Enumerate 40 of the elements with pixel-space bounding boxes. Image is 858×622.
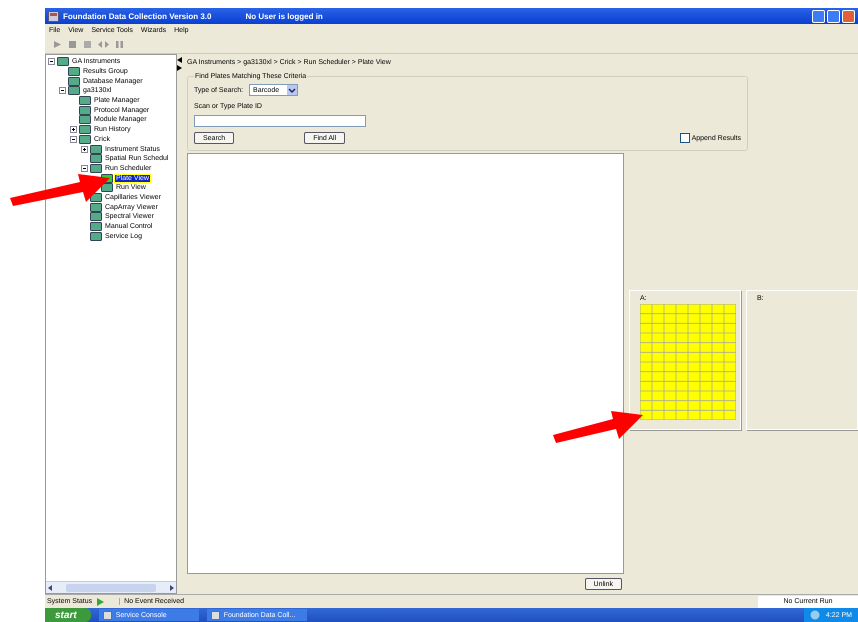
app-icon — [210, 610, 220, 620]
plate-id-field[interactable] — [194, 115, 366, 127]
horizontal-scrollbar[interactable] — [46, 581, 176, 593]
maximize-button[interactable] — [827, 10, 840, 22]
window-title: Foundation Data Collection Version 3.0 — [63, 12, 212, 20]
tree-node-icon — [79, 115, 91, 124]
tree-node-icon — [90, 202, 102, 212]
tree-node-icon — [90, 212, 102, 222]
status-play-icon — [97, 598, 104, 606]
tree-node-icon — [79, 134, 91, 144]
app-icon — [48, 10, 59, 22]
tree-node-icon — [79, 125, 91, 134]
expander-toggle[interactable] — [48, 58, 55, 66]
splitter-arrows-icon[interactable] — [177, 57, 182, 71]
tree-node-icon — [57, 57, 69, 66]
expander-toggle[interactable] — [81, 146, 88, 153]
append-checkbox[interactable] — [680, 133, 690, 143]
user-status: No User is logged in — [245, 12, 323, 20]
tree-node-icon — [90, 232, 102, 241]
close-button[interactable] — [842, 10, 855, 22]
tree-node-icon — [101, 183, 113, 192]
expander-toggle[interactable] — [70, 126, 77, 134]
app-icon — [102, 610, 112, 620]
expander-toggle[interactable] — [81, 164, 88, 172]
tree-node-icon — [90, 222, 102, 232]
minimize-button[interactable] — [812, 10, 825, 22]
tree-node-icon — [68, 76, 80, 86]
tree-node-icon — [68, 86, 80, 96]
tree-node-icon — [90, 154, 102, 164]
expander-toggle[interactable] — [70, 136, 77, 143]
scroll-right-icon[interactable] — [168, 584, 176, 592]
start-button[interactable]: start — [45, 608, 91, 622]
tree-node-icon — [79, 96, 91, 106]
tree-node-icon — [90, 144, 102, 154]
tree-node-icon — [68, 67, 80, 76]
tree-node-icon — [79, 106, 91, 115]
scroll-left-icon[interactable] — [46, 584, 54, 592]
expander-toggle[interactable] — [59, 87, 66, 94]
tree-node-icon — [90, 164, 102, 173]
dropdown-arrow-icon — [287, 85, 298, 95]
